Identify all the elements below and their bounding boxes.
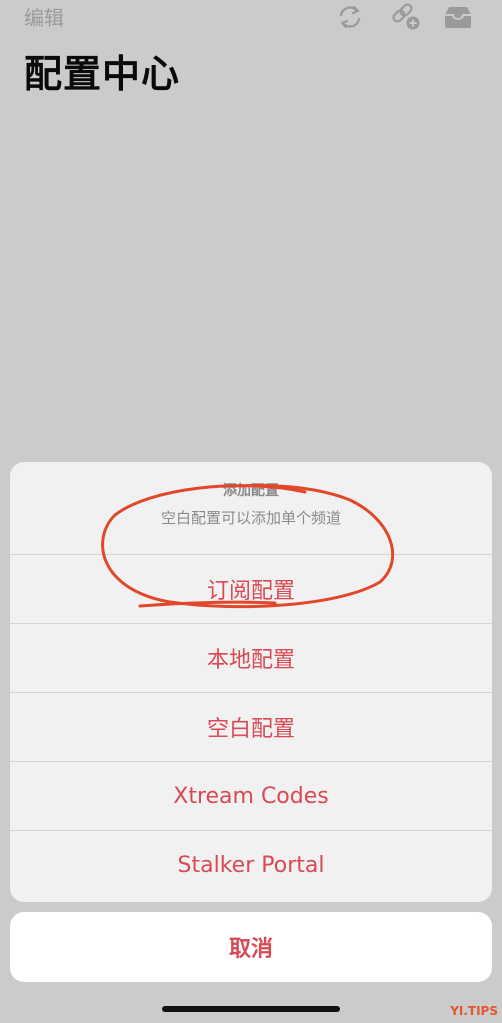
action-sheet-message: 空白配置可以添加单个频道	[160, 509, 341, 527]
action-sheet: 添加配置 空白配置可以添加单个频道 订阅配置 本地配置 空白配置 Xtream …	[10, 462, 492, 902]
refresh-icon[interactable]	[334, 2, 366, 32]
home-indicator	[162, 1006, 340, 1012]
inbox-icon[interactable]	[442, 2, 474, 32]
stalker-portal-option[interactable]: Stalker Portal	[10, 831, 492, 900]
page-title: 配置中心	[24, 52, 181, 96]
blank-config-option[interactable]: 空白配置	[10, 693, 492, 762]
watermark: YI.TIPS	[450, 1004, 498, 1018]
cancel-button[interactable]: 取消	[10, 912, 492, 982]
xtream-codes-option[interactable]: Xtream Codes	[10, 762, 492, 831]
subscription-config-option[interactable]: 订阅配置	[10, 555, 492, 624]
edit-button[interactable]: 编辑	[24, 4, 64, 32]
action-sheet-header: 添加配置 空白配置可以添加单个频道	[10, 462, 492, 555]
link-add-icon[interactable]	[390, 2, 422, 32]
local-config-option[interactable]: 本地配置	[10, 624, 492, 693]
top-bar: 编辑	[0, 0, 502, 40]
action-sheet-title: 添加配置	[223, 483, 279, 499]
